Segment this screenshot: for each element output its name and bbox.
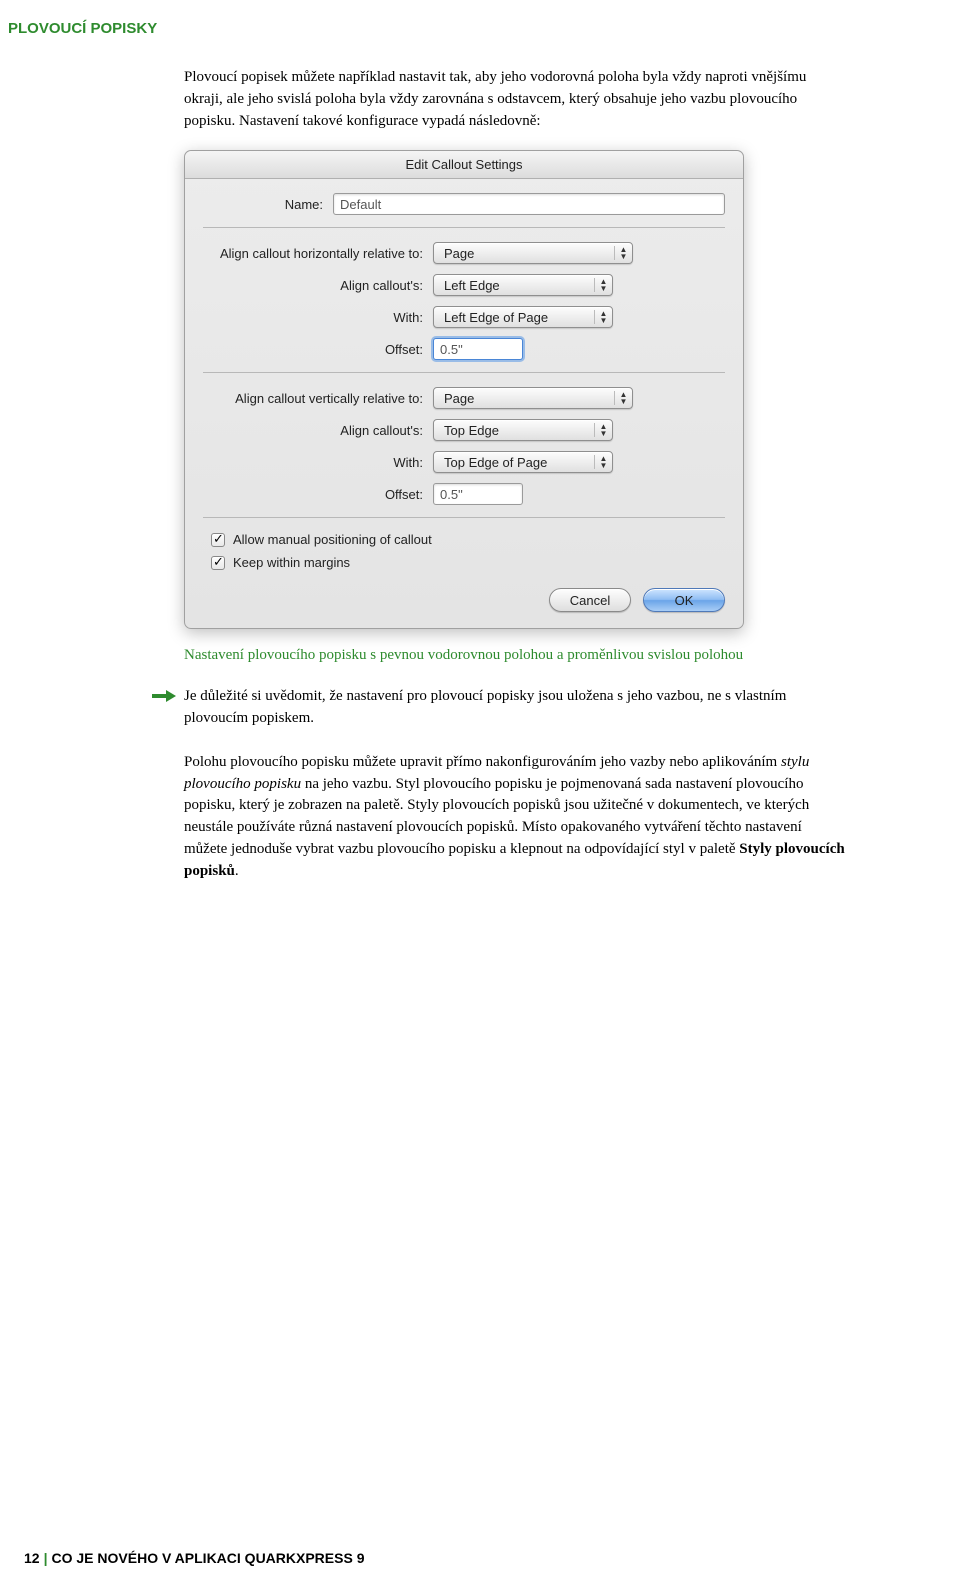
intro-paragraph: Plovoucí popisek můžete například nastav… xyxy=(184,67,848,132)
page-number: 12 xyxy=(24,1550,40,1566)
separator xyxy=(203,227,725,228)
updown-icon xyxy=(594,310,608,324)
separator xyxy=(203,372,725,373)
v-align-label: Align callout's: xyxy=(203,423,433,438)
edit-callout-dialog: Edit Callout Settings Name: Default Alig… xyxy=(184,150,744,629)
h-offset-label: Offset: xyxy=(203,342,433,357)
figure-caption: Nastavení plovoucího popisku s pevnou vo… xyxy=(184,647,848,664)
name-label: Name: xyxy=(203,197,333,212)
v-align-select[interactable]: Top Edge xyxy=(433,419,613,441)
para-styles: Polohu plovoucího popisku můžete upravit… xyxy=(184,752,848,883)
select-value: Page xyxy=(444,246,474,261)
dialog-screenshot: Edit Callout Settings Name: Default Alig… xyxy=(184,150,848,629)
h-with-select[interactable]: Left Edge of Page xyxy=(433,306,613,328)
h-relative-select[interactable]: Page xyxy=(433,242,633,264)
select-value: Left Edge of Page xyxy=(444,310,548,325)
separator xyxy=(203,517,725,518)
name-field[interactable]: Default xyxy=(333,193,725,215)
h-align-label: Align callout's: xyxy=(203,278,433,293)
v-relative-label: Align callout vertically relative to: xyxy=(203,391,433,406)
v-offset-field[interactable]: 0.5" xyxy=(433,483,523,505)
select-value: Page xyxy=(444,391,474,406)
updown-icon xyxy=(614,246,628,260)
h-relative-label: Align callout horizontally relative to: xyxy=(203,246,433,261)
h-with-label: With: xyxy=(203,310,433,325)
note-arrow-icon xyxy=(152,689,176,703)
note-text: Je důležité si uvědomit, že nastavení pr… xyxy=(184,686,848,730)
v-with-label: With: xyxy=(203,455,433,470)
updown-icon xyxy=(594,423,608,437)
updown-icon xyxy=(594,455,608,469)
h-offset-field[interactable]: 0.5" xyxy=(433,338,523,360)
section-header: PLOVOUCÍ POPISKY xyxy=(8,20,848,37)
cancel-button[interactable]: Cancel xyxy=(549,588,631,612)
v-with-select[interactable]: Top Edge of Page xyxy=(433,451,613,473)
h-align-select[interactable]: Left Edge xyxy=(433,274,613,296)
ok-button[interactable]: OK xyxy=(643,588,725,612)
dialog-title: Edit Callout Settings xyxy=(185,151,743,179)
select-value: Top Edge xyxy=(444,423,499,438)
keep-margins-checkbox[interactable] xyxy=(211,556,225,570)
page-footer: 12|CO JE NOVÉHO V APLIKACI QUARKXPRESS 9 xyxy=(24,1550,364,1566)
select-value: Top Edge of Page xyxy=(444,455,547,470)
footer-title: CO JE NOVÉHO V APLIKACI QUARKXPRESS 9 xyxy=(52,1550,365,1566)
allow-manual-checkbox[interactable] xyxy=(211,533,225,547)
updown-icon xyxy=(614,391,628,405)
keep-margins-label: Keep within margins xyxy=(233,555,350,570)
select-value: Left Edge xyxy=(444,278,500,293)
allow-manual-label: Allow manual positioning of callout xyxy=(233,532,432,547)
v-relative-select[interactable]: Page xyxy=(433,387,633,409)
v-offset-label: Offset: xyxy=(203,487,433,502)
updown-icon xyxy=(594,278,608,292)
